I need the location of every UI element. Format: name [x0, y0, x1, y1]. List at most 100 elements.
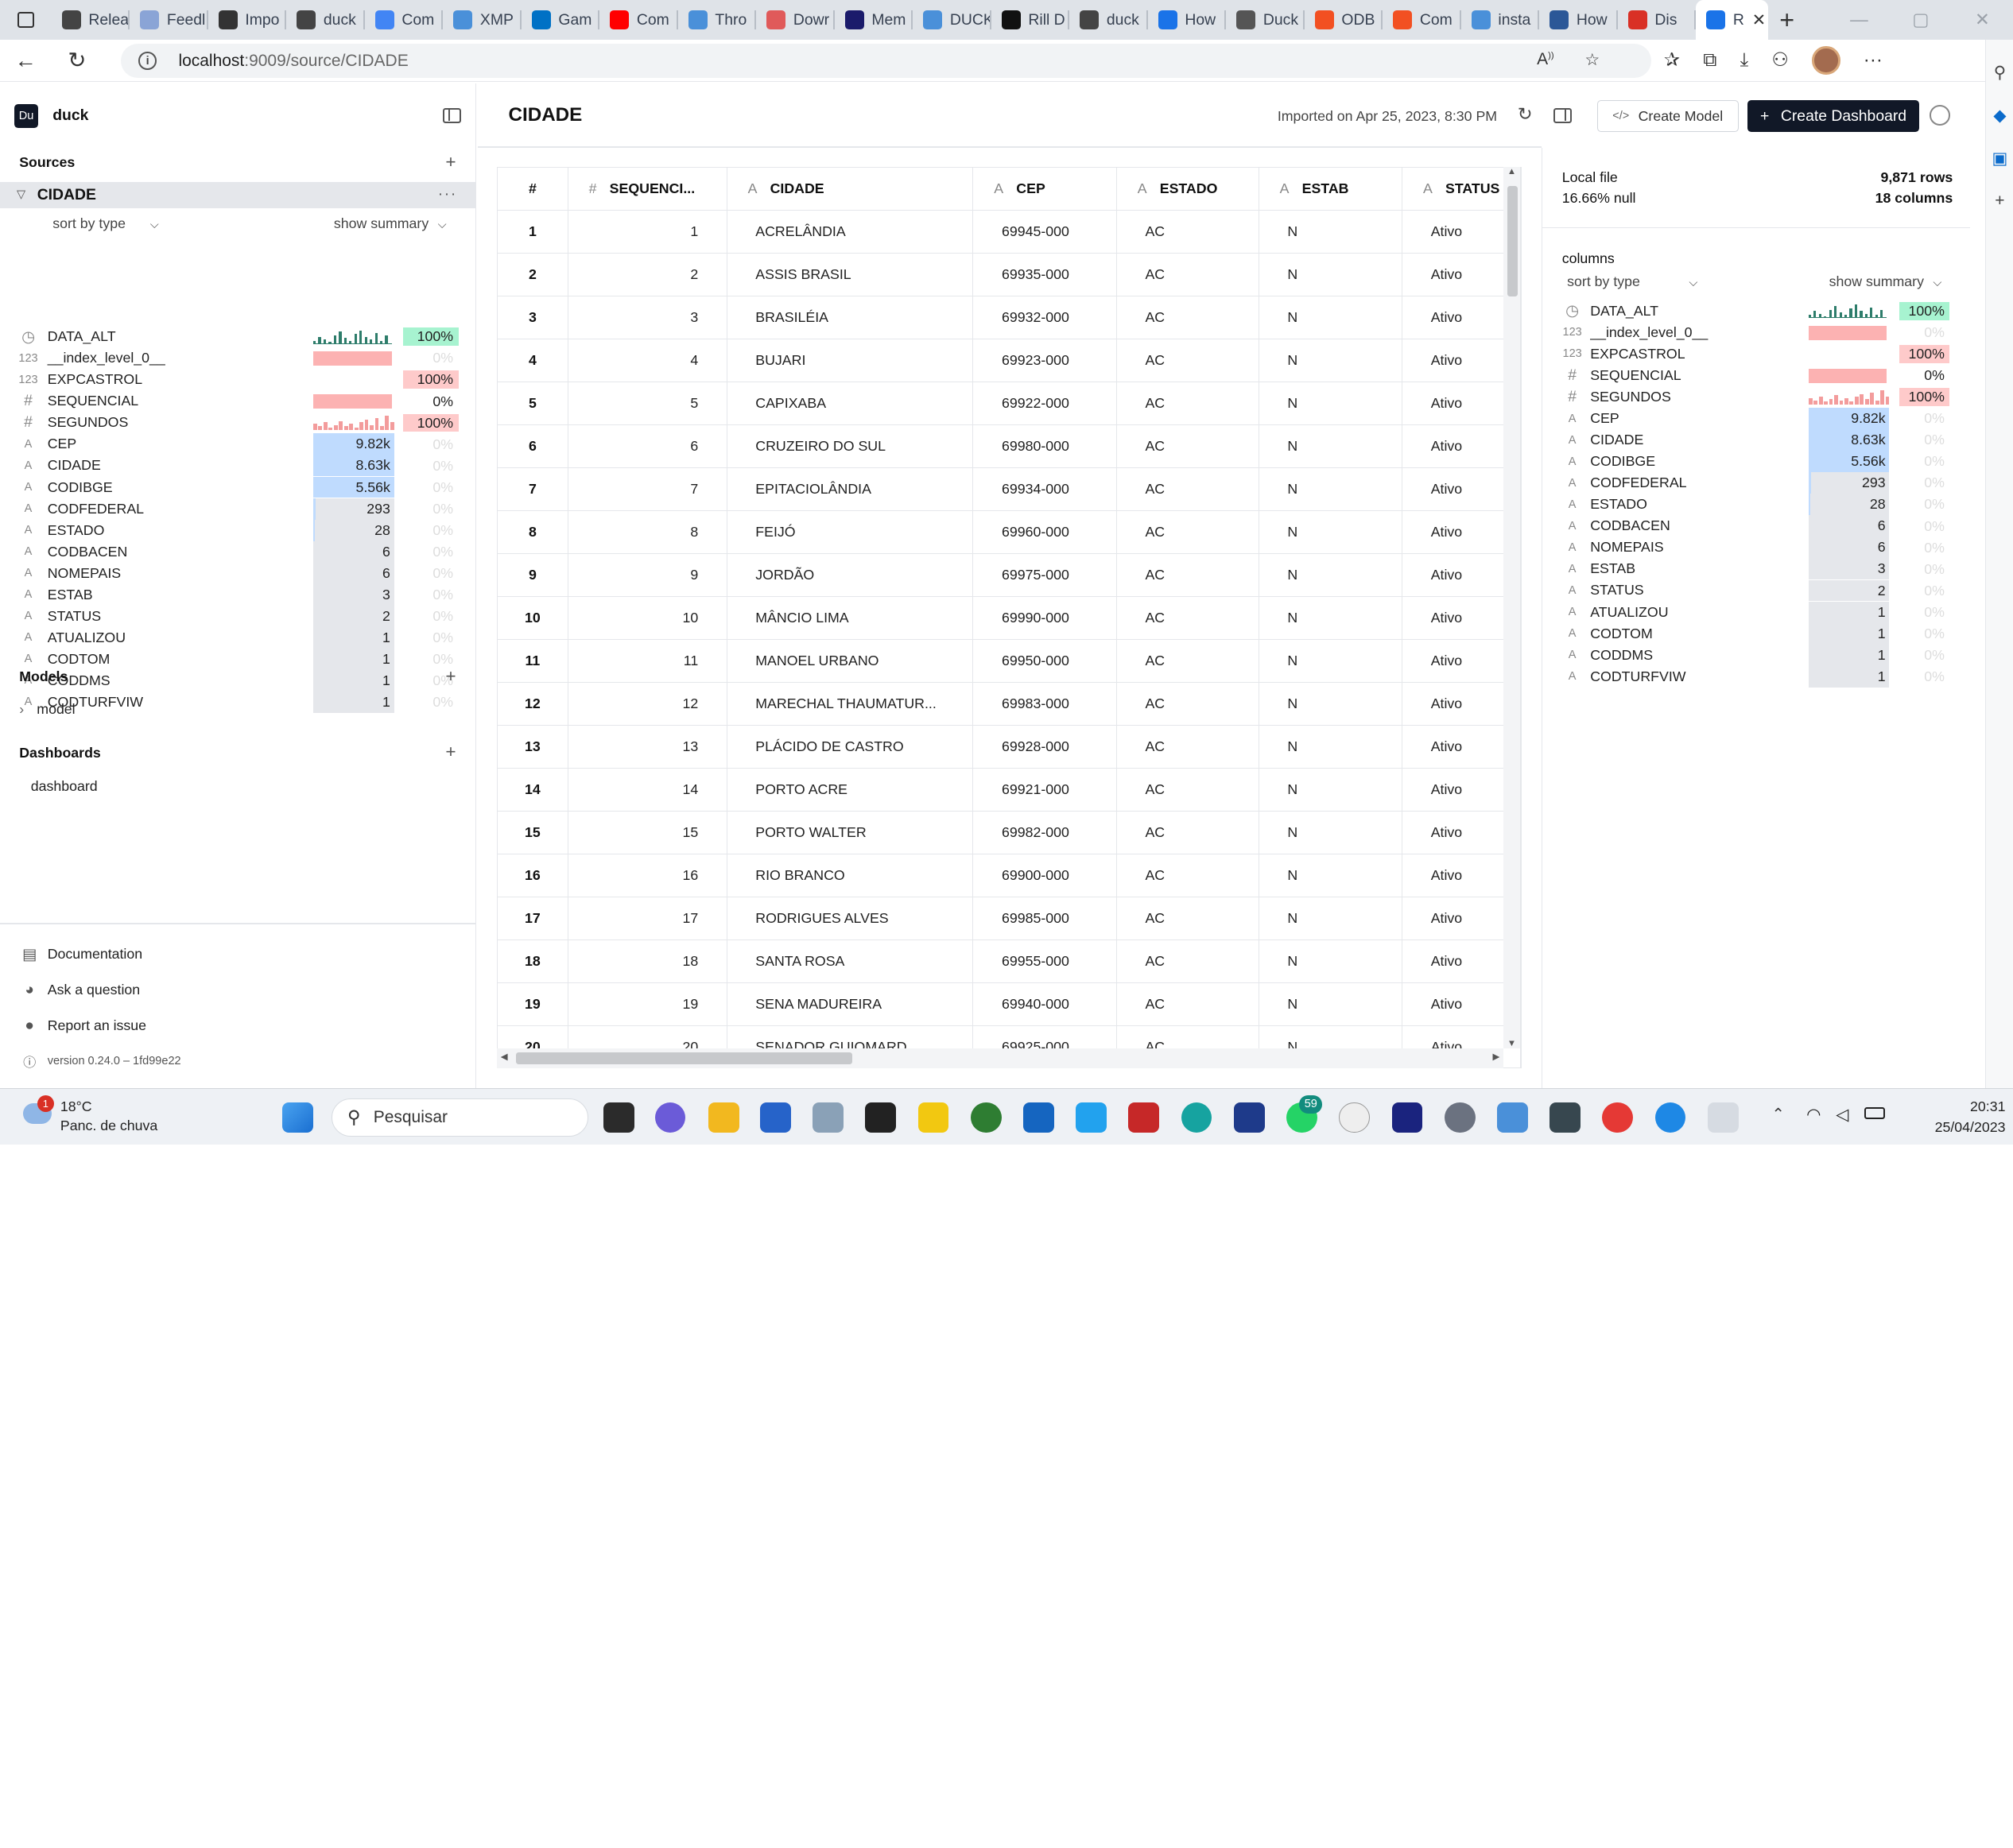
- browser-tab[interactable]: Rill D: [991, 0, 1070, 40]
- table-cell[interactable]: N: [1259, 510, 1403, 554]
- app-icon[interactable]: [1391, 1102, 1423, 1133]
- table-cell[interactable]: 15: [568, 811, 727, 854]
- column-header[interactable]: A STATUS: [1402, 167, 1521, 211]
- row-index[interactable]: 19: [497, 982, 568, 1026]
- table-cell[interactable]: N: [1259, 424, 1403, 468]
- table-row[interactable]: 7 7 EPITACIOLÂNDIA 69934-000 AC N Ativo: [497, 467, 1521, 511]
- terminal-icon[interactable]: [865, 1102, 897, 1133]
- table-cell[interactable]: AC: [1116, 253, 1259, 296]
- table-cell[interactable]: N: [1259, 811, 1403, 854]
- documentation-link[interactable]: ▤ Documentation: [19, 945, 142, 964]
- browser-tab[interactable]: Duck: [1226, 0, 1305, 40]
- table-cell[interactable]: N: [1259, 854, 1403, 897]
- table-cell[interactable]: Ativo: [1402, 553, 1521, 597]
- table-cell[interactable]: 69955-000: [972, 939, 1117, 983]
- site-info-icon[interactable]: i: [138, 52, 157, 70]
- chevron-up-icon[interactable]: ⌃: [1772, 1105, 1785, 1124]
- chat-icon[interactable]: [654, 1102, 686, 1133]
- column-row[interactable]: 123 __index_level_0__ 0%: [15, 347, 460, 369]
- table-cell[interactable]: 9: [568, 553, 727, 597]
- data-grid[interactable]: # # SEQUENCI... A CIDADE A CEP A ESTADO A ESTAB A ST…: [496, 166, 1522, 1068]
- browser-tab[interactable]: ODB: [1305, 0, 1383, 40]
- shopping-icon[interactable]: ◆: [1986, 106, 2013, 126]
- column-row[interactable]: A STATUS 2 0%: [15, 605, 460, 627]
- table-cell[interactable]: Ativo: [1402, 424, 1521, 468]
- table-row[interactable]: 1 1 ACRELÂNDIA 69945-000 AC N Ativo: [497, 210, 1521, 254]
- browser-tab[interactable]: DUCK: [913, 0, 991, 40]
- table-cell[interactable]: 17: [568, 897, 727, 940]
- table-cell[interactable]: Ativo: [1402, 682, 1521, 726]
- table-cell[interactable]: Ativo: [1402, 510, 1521, 554]
- column-row[interactable]: A ATUALIZOU 1 0%: [1559, 601, 1952, 623]
- table-cell[interactable]: 69945-000: [972, 210, 1117, 254]
- table-cell[interactable]: 69935-000: [972, 253, 1117, 296]
- calculator-icon[interactable]: [1550, 1102, 1581, 1133]
- column-row[interactable]: A STATUS 2 0%: [1559, 579, 1952, 602]
- table-cell[interactable]: 69985-000: [972, 897, 1117, 940]
- xbox-icon[interactable]: [970, 1102, 1002, 1133]
- table-cell[interactable]: AC: [1116, 682, 1259, 726]
- more-options-icon[interactable]: ···: [438, 185, 457, 203]
- table-row[interactable]: 4 4 BUJARI 69923-000 AC N Ativo: [497, 339, 1521, 382]
- column-row[interactable]: A ATUALIZOU 1 0%: [15, 626, 460, 649]
- table-cell[interactable]: MÂNCIO LIMA: [727, 596, 974, 640]
- table-cell[interactable]: JORDÃO: [727, 553, 974, 597]
- column-row[interactable]: A CODTURFVIW 1 0%: [1559, 665, 1952, 688]
- address-bar[interactable]: i localhost:9009/source/CIDADE A)) ☆: [120, 43, 1651, 79]
- read-aloud-icon[interactable]: A)): [1537, 50, 1554, 70]
- column-row[interactable]: A CODFEDERAL 293 0%: [1559, 472, 1952, 494]
- row-index[interactable]: 4: [497, 339, 568, 382]
- table-cell[interactable]: 11: [568, 639, 727, 683]
- table-cell[interactable]: 69983-000: [972, 682, 1117, 726]
- column-row[interactable]: A CODIBGE 5.56k 0%: [15, 476, 460, 498]
- volume-icon[interactable]: ◁: [1836, 1105, 1848, 1125]
- table-cell[interactable]: AC: [1116, 210, 1259, 254]
- table-cell[interactable]: AC: [1116, 339, 1259, 382]
- table-cell[interactable]: 1: [568, 210, 727, 254]
- table-cell[interactable]: AC: [1116, 510, 1259, 554]
- table-cell[interactable]: CRUZEIRO DO SUL: [727, 424, 974, 468]
- browser-tab[interactable]: XMP: [443, 0, 522, 40]
- table-row[interactable]: 18 18 SANTA ROSA 69955-000 AC N Ativo: [497, 939, 1521, 983]
- bitwarden-icon[interactable]: [1233, 1102, 1265, 1133]
- table-cell[interactable]: 69980-000: [972, 424, 1117, 468]
- column-row[interactable]: A CODFEDERAL 293 0%: [15, 498, 460, 520]
- scroll-down-icon[interactable]: ▼: [1507, 1039, 1516, 1048]
- column-row[interactable]: ◷ DATA_ALT 100%: [15, 326, 460, 347]
- table-cell[interactable]: RIO BRANCO: [727, 854, 974, 897]
- table-row[interactable]: 19 19 SENA MADUREIRA 69940-000 AC N Ativo: [497, 982, 1521, 1026]
- favorites-icon[interactable]: ✰: [1664, 48, 1680, 72]
- extensions-icon[interactable]: ⚇: [1771, 48, 1789, 72]
- table-cell[interactable]: AC: [1116, 553, 1259, 597]
- table-cell[interactable]: Ativo: [1402, 210, 1521, 254]
- column-header[interactable]: A CEP: [972, 167, 1117, 211]
- table-cell[interactable]: 5: [568, 382, 727, 425]
- column-row[interactable]: # SEGUNDOS 100%: [1559, 386, 1952, 408]
- table-cell[interactable]: BUJARI: [727, 339, 974, 382]
- scroll-left-icon[interactable]: ◀: [501, 1052, 508, 1062]
- table-cell[interactable]: 69960-000: [972, 510, 1117, 554]
- scroll-thumb[interactable]: [1507, 186, 1518, 296]
- table-cell[interactable]: EPITACIOLÂNDIA: [727, 467, 974, 511]
- row-index[interactable]: 17: [497, 897, 568, 940]
- column-row[interactable]: # SEQUENCIAL 0%: [1559, 365, 1952, 386]
- column-row[interactable]: A CODDMS 1 0%: [1559, 644, 1952, 666]
- collapse-sidebar-icon[interactable]: [443, 107, 461, 123]
- table-cell[interactable]: N: [1259, 639, 1403, 683]
- table-cell[interactable]: N: [1259, 768, 1403, 812]
- table-cell[interactable]: PLÁCIDO DE CASTRO: [727, 725, 974, 769]
- scroll-thumb[interactable]: [516, 1052, 853, 1064]
- table-cell[interactable]: Ativo: [1402, 339, 1521, 382]
- browser-tab[interactable]: Feedl: [130, 0, 208, 40]
- row-index[interactable]: 16: [497, 854, 568, 897]
- column-header[interactable]: A ESTAB: [1259, 167, 1403, 211]
- column-row[interactable]: 123 __index_level_0__ 0%: [1559, 322, 1952, 343]
- snipping-icon[interactable]: [1707, 1102, 1739, 1133]
- table-cell[interactable]: AC: [1116, 639, 1259, 683]
- table-cell[interactable]: 69932-000: [972, 296, 1117, 339]
- table-cell[interactable]: 69928-000: [972, 725, 1117, 769]
- table-cell[interactable]: Ativo: [1402, 939, 1521, 983]
- browser-tab[interactable]: Com: [599, 0, 678, 40]
- app-icon[interactable]: [813, 1102, 844, 1133]
- table-cell[interactable]: Ativo: [1402, 811, 1521, 854]
